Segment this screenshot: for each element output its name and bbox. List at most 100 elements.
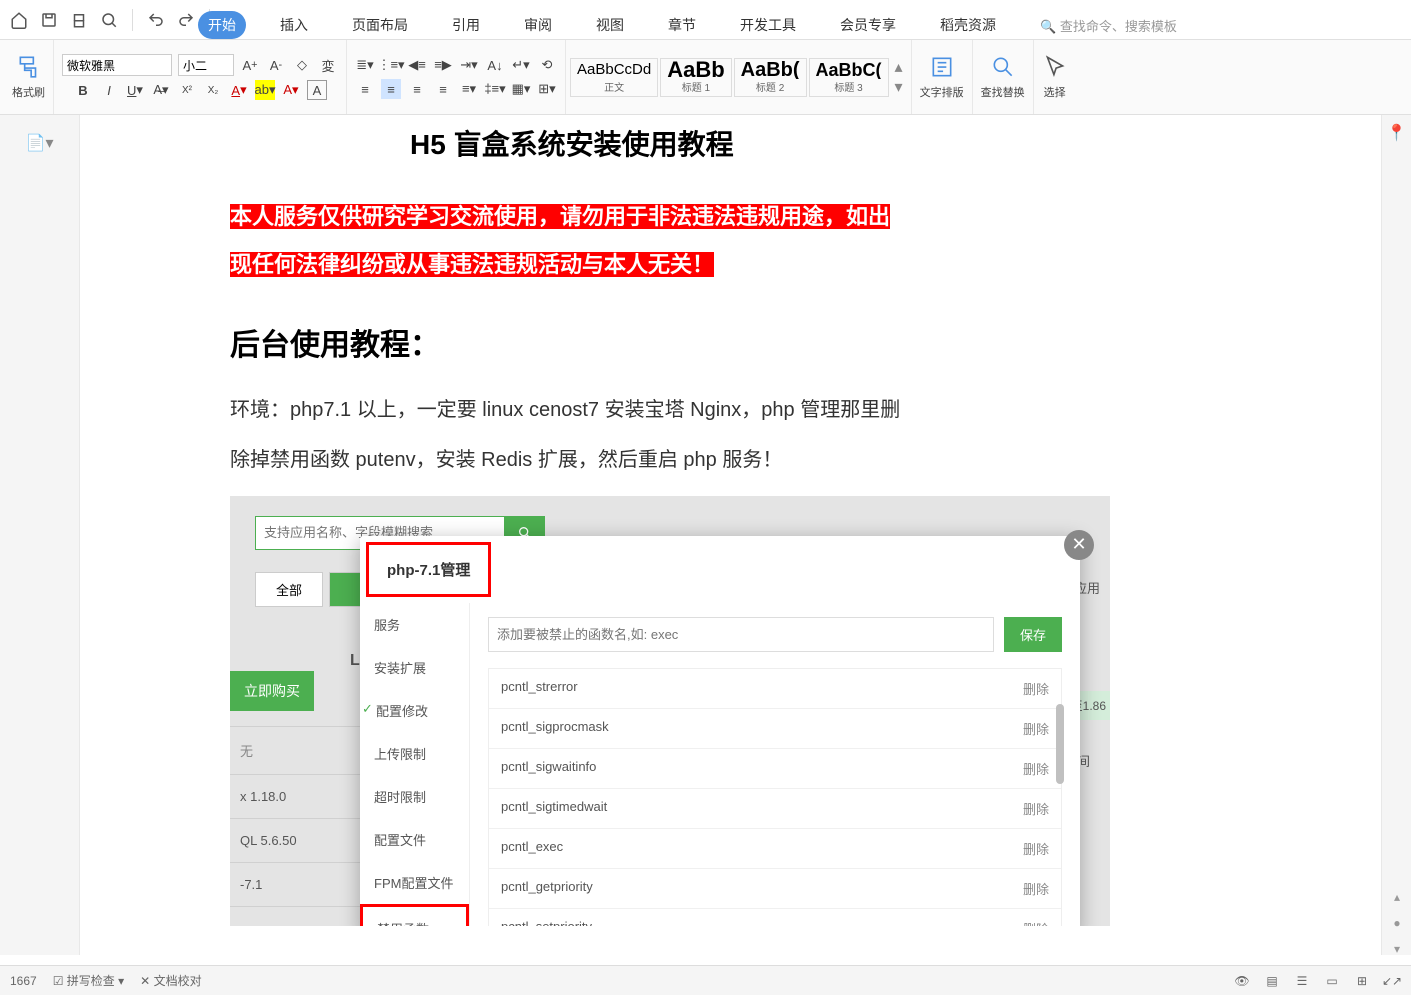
bold-icon[interactable]: B xyxy=(73,80,93,100)
side-install-ext[interactable]: 安装扩展 xyxy=(360,646,469,689)
char-border-icon[interactable]: A xyxy=(307,80,327,100)
search-placeholder: 查找命令、搜索模板 xyxy=(1060,19,1177,34)
tab-sections[interactable]: 章节 xyxy=(658,11,706,39)
text-layout-group[interactable]: 文字排版 xyxy=(912,40,973,114)
tab-icon[interactable]: ⇥▾ xyxy=(459,55,479,75)
delete-link[interactable]: 删除 xyxy=(1023,839,1049,858)
tab-review[interactable]: 审阅 xyxy=(514,11,562,39)
save-button[interactable]: 保存 xyxy=(1004,617,1062,652)
delete-link[interactable]: 删除 xyxy=(1023,759,1049,778)
grow-font-icon[interactable]: A+ xyxy=(240,55,260,75)
preview-icon[interactable] xyxy=(98,9,120,31)
side-config[interactable]: 配置修改 xyxy=(360,689,469,732)
font-family-select[interactable] xyxy=(62,54,172,76)
borders-icon[interactable]: ⊞▾ xyxy=(537,79,557,99)
buy-now-button[interactable]: 立即购买 xyxy=(230,671,314,711)
location-pin-icon[interactable]: 📍 xyxy=(1387,123,1407,143)
delete-link[interactable]: 删除 xyxy=(1023,919,1049,926)
status-bar: 1667 ☑ 拼写检查 ▾ ✕ 文档校对 👁 ▤ ☰ ▭ ⊞ ↙↗ xyxy=(0,965,1411,995)
clear-format-icon[interactable]: ◇ xyxy=(292,55,312,75)
align-center-icon[interactable]: ≡ xyxy=(381,79,401,99)
tab-member[interactable]: 会员专享 xyxy=(830,11,906,39)
scroll-marker-icon[interactable]: ● xyxy=(1387,913,1407,933)
underline-icon[interactable]: U▾ xyxy=(125,80,145,100)
superscript-icon[interactable]: X² xyxy=(177,80,197,100)
modal-body: 服务 安装扩展 配置修改 上传限制 超时限制 配置文件 FPM配置文件 禁用函数 xyxy=(360,603,1080,926)
line-spacing-icon[interactable]: ‡≡▾ xyxy=(485,79,505,99)
view-web-icon[interactable]: ⊞ xyxy=(1353,972,1371,990)
style-normal[interactable]: AaBbCcDd正文 xyxy=(570,58,658,97)
scrollbar[interactable] xyxy=(1056,704,1064,784)
italic-icon[interactable]: I xyxy=(99,80,119,100)
save-icon[interactable] xyxy=(38,9,60,31)
font-size-select[interactable] xyxy=(178,54,234,76)
nav-page-icon[interactable]: 📄▾ xyxy=(26,133,54,153)
style-h3[interactable]: AaBbC(标题 3 xyxy=(809,58,889,97)
distribute-icon[interactable]: ≡▾ xyxy=(459,79,479,99)
delete-link[interactable]: 删除 xyxy=(1023,719,1049,738)
tab-layout[interactable]: 页面布局 xyxy=(342,11,418,39)
delete-link[interactable]: 删除 xyxy=(1023,879,1049,898)
tab-devtools[interactable]: 开发工具 xyxy=(730,11,806,39)
tab-insert[interactable]: 插入 xyxy=(270,11,318,39)
tab-start[interactable]: 开始 xyxy=(198,11,246,39)
sort-icon[interactable]: A↓ xyxy=(485,55,505,75)
style-h2[interactable]: AaBb(标题 2 xyxy=(734,58,807,97)
char-shading-icon[interactable]: A▾ xyxy=(281,80,301,100)
select-group[interactable]: 选择 xyxy=(1034,40,1076,114)
align-left-icon[interactable]: ≡ xyxy=(355,79,375,99)
shrink-font-icon[interactable]: A- xyxy=(266,55,286,75)
decrease-indent-icon[interactable]: ◀≡ xyxy=(407,55,427,75)
view-read-icon[interactable]: ▭ xyxy=(1323,972,1341,990)
font-color-icon[interactable]: A▾ xyxy=(229,80,249,100)
func-row: pcntl_sigprocmask删除 xyxy=(489,709,1061,749)
home-icon[interactable] xyxy=(8,9,30,31)
page-number[interactable]: 1667 xyxy=(10,974,37,988)
delete-link[interactable]: 删除 xyxy=(1023,679,1049,698)
func-name-input[interactable] xyxy=(488,617,994,652)
side-config-file[interactable]: 配置文件 xyxy=(360,818,469,861)
show-marks-icon[interactable]: ↵▾ xyxy=(511,55,531,75)
format-painter-button[interactable]: 格式刷 xyxy=(12,54,45,100)
tab-all[interactable]: 全部 xyxy=(255,572,323,607)
ribbon-search[interactable]: 🔍 查找命令、搜索模板 xyxy=(1040,16,1177,35)
text-direction-icon[interactable]: ⟲ xyxy=(537,55,557,75)
side-disabled-funcs[interactable]: 禁用函数 xyxy=(360,904,469,926)
side-service[interactable]: 服务 xyxy=(360,603,469,646)
eye-icon[interactable]: 👁 xyxy=(1233,972,1251,990)
highlight-icon[interactable]: ab▾ xyxy=(255,80,275,100)
subscript-icon[interactable]: X₂ xyxy=(203,80,223,100)
align-right-icon[interactable]: ≡ xyxy=(407,79,427,99)
view-outline-icon[interactable]: ☰ xyxy=(1293,972,1311,990)
view-page-icon[interactable]: ▤ xyxy=(1263,972,1281,990)
spell-check[interactable]: ☑ 拼写检查 ▾ xyxy=(53,972,124,989)
text-layout-label: 文字排版 xyxy=(920,84,964,100)
print-icon[interactable] xyxy=(68,9,90,31)
justify-icon[interactable]: ≡ xyxy=(433,79,453,99)
doc-proof[interactable]: ✕ 文档校对 xyxy=(140,972,201,989)
tab-resources[interactable]: 稻壳资源 xyxy=(930,11,1006,39)
numbering-icon[interactable]: ⋮≡▾ xyxy=(381,55,401,75)
styles-more-icon[interactable]: ▴▾ xyxy=(891,57,907,97)
increase-indent-icon[interactable]: ≡▶ xyxy=(433,55,453,75)
bullets-icon[interactable]: ≣▾ xyxy=(355,55,375,75)
close-icon[interactable]: ✕ xyxy=(1064,530,1094,560)
side-timeout[interactable]: 超时限制 xyxy=(360,775,469,818)
delete-link[interactable]: 删除 xyxy=(1023,799,1049,818)
doc-title: H5 盲盒系统安装使用教程 xyxy=(410,123,1110,163)
strikethrough-icon[interactable]: A̶▾ xyxy=(151,80,171,100)
style-h1[interactable]: AaBb标题 1 xyxy=(660,58,731,97)
tab-view[interactable]: 视图 xyxy=(586,11,634,39)
func-row: pcntl_sigwaitinfo删除 xyxy=(489,749,1061,789)
modal-title: php-7.1管理 xyxy=(366,542,491,597)
fit-icon[interactable]: ↙↗ xyxy=(1383,972,1401,990)
tab-references[interactable]: 引用 xyxy=(442,11,490,39)
scroll-up-icon[interactable]: ▴ xyxy=(1387,887,1407,907)
side-upload-limit[interactable]: 上传限制 xyxy=(360,732,469,775)
find-replace-group[interactable]: 查找替换 xyxy=(973,40,1034,114)
side-fpm-config[interactable]: FPM配置文件 xyxy=(360,861,469,904)
undo-icon[interactable] xyxy=(145,9,167,31)
shading-icon[interactable]: ▦▾ xyxy=(511,79,531,99)
phonetic-icon[interactable]: 変 xyxy=(318,55,338,75)
scroll-down-icon[interactable]: ▾ xyxy=(1387,939,1407,959)
